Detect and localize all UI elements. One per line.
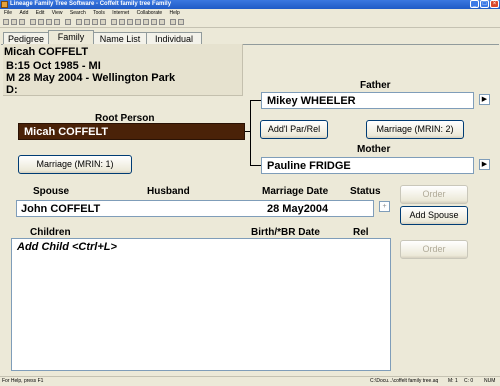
binoculars-icon[interactable] (143, 19, 149, 25)
children-header: Children (30, 227, 71, 238)
app-icon (1, 1, 8, 8)
status-help: For Help, press F1 (2, 378, 44, 384)
copy-icon[interactable] (46, 19, 52, 25)
menu-collaborate[interactable]: Collaborate (137, 10, 163, 16)
print-icon[interactable] (30, 19, 36, 25)
add-par-rel-button[interactable]: Add'l Par/Rel (260, 120, 328, 139)
menu-tools[interactable]: Tools (93, 10, 105, 16)
tree-icon[interactable] (127, 19, 133, 25)
root-marriage-button[interactable]: Marriage (MRIN: 1) (18, 155, 132, 174)
next-icon[interactable] (92, 19, 98, 25)
status-mode: NUM (484, 378, 496, 384)
tab-family[interactable]: Family (48, 30, 94, 45)
menu-view[interactable]: View (52, 10, 63, 16)
connector-vertical (250, 100, 251, 165)
menu-search[interactable]: Search (70, 10, 86, 16)
chart-icon[interactable] (151, 19, 157, 25)
first-icon[interactable] (76, 19, 82, 25)
father-label: Father (360, 80, 391, 91)
summary-marriage: M 28 May 2004 - Wellington Park (6, 72, 176, 84)
family-icon[interactable] (119, 19, 125, 25)
new-icon[interactable] (3, 19, 9, 25)
mother-label: Mother (357, 144, 391, 155)
open-icon[interactable] (11, 19, 17, 25)
undo-icon[interactable] (65, 19, 71, 25)
husband-header: Husband (147, 186, 190, 197)
person-icon[interactable] (111, 19, 117, 25)
mother-field[interactable]: Pauline FRIDGE (261, 157, 474, 174)
last-icon[interactable] (100, 19, 106, 25)
save-icon[interactable] (19, 19, 25, 25)
add-spouse-button[interactable]: Add Spouse (400, 206, 468, 225)
connector-father (250, 100, 261, 101)
root-person-field[interactable]: Micah COFFELT (18, 123, 245, 140)
help-icon[interactable] (178, 19, 184, 25)
paste-icon[interactable] (54, 19, 60, 25)
summary-birth: B:15 Oct 1985 - MI (6, 60, 101, 72)
status-header: Status (350, 186, 381, 197)
search-icon[interactable] (135, 19, 141, 25)
connector-mother (250, 165, 261, 166)
menu-edit[interactable]: Edit (36, 10, 45, 16)
children-list[interactable] (11, 238, 391, 371)
window-title: Lineage Family Tree Software - Coffelt f… (10, 1, 172, 7)
marriage-date-header: Marriage Date (262, 186, 329, 197)
summary-name: Micah COFFELT (4, 46, 89, 58)
status-bar: For Help, press F1 C:\Docu...\coffelt fa… (0, 376, 500, 386)
menu-internet[interactable]: Internet (112, 10, 129, 16)
menu-bar: File Add Edit View Search Tools Internet… (0, 9, 500, 17)
title-bar: Lineage Family Tree Software - Coffelt f… (0, 0, 500, 9)
cut-icon[interactable] (38, 19, 44, 25)
minimize-button[interactable]: _ (470, 0, 479, 8)
mother-arrow-button[interactable]: ▶ (479, 159, 490, 170)
children-order-button[interactable]: Order (400, 240, 468, 259)
summary-death: D: (6, 84, 18, 96)
report-icon[interactable] (159, 19, 165, 25)
spouse-marriage-date: 28 May2004 (267, 203, 329, 215)
toolbar (0, 17, 500, 28)
birth-date-header: Birth/*BR Date (251, 227, 320, 238)
father-arrow-button[interactable]: ▶ (479, 94, 490, 105)
status-c: C: 0 (464, 378, 474, 384)
rel-header: Rel (353, 227, 369, 238)
add-child-row[interactable]: Add Child <Ctrl+L> (17, 241, 117, 253)
close-button[interactable]: × (490, 0, 499, 8)
parents-marriage-button[interactable]: Marriage (MRIN: 2) (366, 120, 464, 139)
status-m: M: 1 (448, 378, 458, 384)
menu-file[interactable]: File (4, 10, 12, 16)
spouse-header: Spouse (33, 186, 70, 197)
spouse-order-button[interactable]: Order (400, 185, 468, 204)
spouse-name: John COFFELT (21, 203, 101, 215)
globe-icon[interactable] (170, 19, 176, 25)
menu-add[interactable]: Add (19, 10, 28, 16)
prev-icon[interactable] (84, 19, 90, 25)
plus-button[interactable]: + (379, 201, 390, 212)
father-field[interactable]: Mikey WHEELER (261, 92, 474, 109)
menu-help[interactable]: Help (170, 10, 180, 16)
maximize-button[interactable]: □ (480, 0, 489, 8)
status-file: C:\Docu...\coffelt family tree.aq (370, 378, 439, 384)
